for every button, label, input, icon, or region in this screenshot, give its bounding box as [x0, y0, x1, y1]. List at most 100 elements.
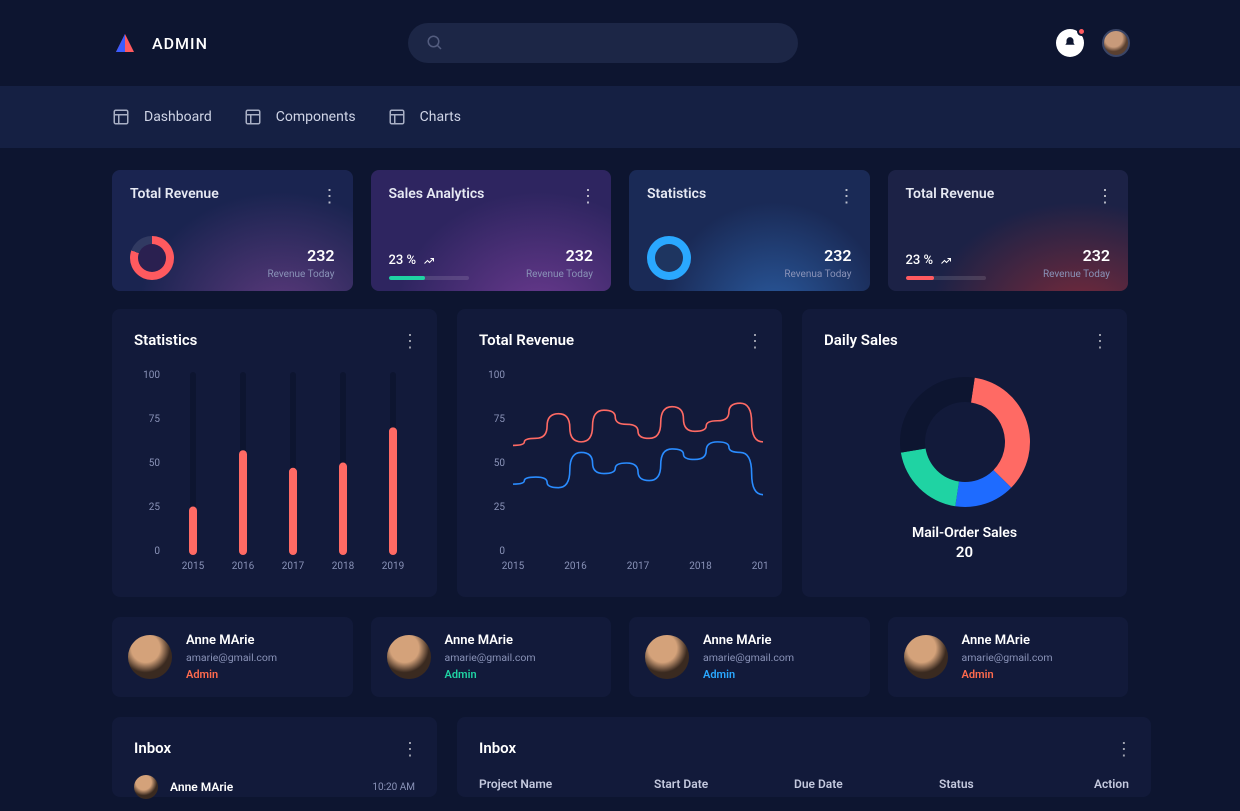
svg-text:75: 75 [149, 414, 161, 425]
user-email: amarie@gmail.com [703, 651, 794, 664]
panel-daily-sales: Daily Sales Mail-Order Sales 20 [802, 309, 1127, 597]
trend-up-icon [422, 255, 436, 267]
nav-components[interactable]: Components [244, 108, 356, 126]
user-email: amarie@gmail.com [962, 651, 1053, 664]
kpi-percent: 23 % [906, 253, 986, 268]
user-card[interactable]: Anne MArie amarie@gmail.com Admin [371, 617, 612, 697]
inbox-item[interactable]: Anne MArie 10:20 AM [134, 775, 415, 799]
user-name: Anne MArie [445, 633, 536, 648]
nav-label: Dashboard [144, 109, 212, 125]
svg-text:2017: 2017 [282, 561, 305, 572]
progress-bar [389, 276, 469, 280]
more-icon[interactable] [838, 186, 856, 207]
panel-inbox: Inbox Anne MArie 10:20 AM [112, 717, 437, 797]
brand[interactable]: ADMIN [112, 30, 208, 56]
inbox-name: Anne MArie [170, 780, 233, 794]
svg-text:2015: 2015 [182, 561, 205, 572]
kpi-percent: 23 % [389, 253, 469, 268]
trend-up-icon [939, 255, 953, 267]
brand-title: ADMIN [152, 34, 208, 53]
user-name: Anne MArie [962, 633, 1053, 648]
kpi-value: 232 [267, 246, 334, 265]
layout-icon [244, 108, 262, 126]
donut-value: 20 [824, 543, 1105, 561]
user-card[interactable]: Anne MArie amarie@gmail.com Admin [629, 617, 870, 697]
kpi-card-statistics: Statistics 232 Revenua Today [629, 170, 870, 291]
panel-title: Daily Sales [824, 331, 1105, 349]
user-email: amarie@gmail.com [186, 651, 277, 664]
more-icon[interactable] [579, 186, 597, 207]
logo-icon [112, 30, 138, 56]
panel-table: Inbox Project Name Start Date Due Date S… [457, 717, 1151, 797]
main-nav: Dashboard Components Charts [0, 86, 1240, 148]
avatar [387, 635, 431, 679]
nav-dashboard[interactable]: Dashboard [112, 108, 212, 126]
more-icon[interactable] [746, 331, 764, 352]
avatar [904, 635, 948, 679]
user-name: Anne MArie [186, 633, 277, 648]
svg-text:75: 75 [494, 414, 506, 425]
nav-charts[interactable]: Charts [388, 108, 461, 126]
more-icon[interactable] [1115, 739, 1133, 760]
more-icon[interactable] [321, 186, 339, 207]
kpi-value: 232 [526, 246, 593, 265]
svg-text:0: 0 [499, 546, 505, 557]
user-card[interactable]: Anne MArie amarie@gmail.com Admin [112, 617, 353, 697]
chart-row: Statistics 02550751002015201620172018201… [112, 309, 1128, 597]
table-header: Project Name Start Date Due Date Status … [479, 777, 1129, 791]
kpi-card-sales-analytics: Sales Analytics 23 % 232 Revenue Today [371, 170, 612, 291]
progress-ring [647, 236, 691, 280]
svg-text:0: 0 [154, 546, 160, 557]
user-role: Admin [703, 668, 794, 681]
layout-icon [388, 108, 406, 126]
search-field[interactable] [454, 36, 780, 51]
kpi-card-total-revenue: Total Revenue 232 Revenue Today [112, 170, 353, 291]
kpi-subtitle: Revenue Today [526, 269, 593, 280]
svg-text:2016: 2016 [564, 561, 587, 572]
notifications-button[interactable] [1056, 29, 1084, 57]
kpi-title: Total Revenue [130, 186, 335, 202]
donut-label: Mail-Order Sales [824, 525, 1105, 541]
th-action: Action [1094, 777, 1129, 791]
panel-title: Total Revenue [479, 331, 760, 349]
svg-text:100: 100 [488, 370, 505, 381]
search-input[interactable] [408, 23, 798, 63]
svg-text:25: 25 [149, 502, 161, 513]
inbox-time: 10:20 AM [372, 782, 415, 793]
panel-total-revenue: Total Revenue 02550751002015201620172018… [457, 309, 782, 597]
user-role: Admin [186, 668, 277, 681]
nav-label: Components [276, 109, 356, 125]
bar-chart: 025507510020152016201720182019 [134, 369, 424, 579]
kpi-value: 232 [1043, 246, 1110, 265]
progress-bar [906, 276, 986, 280]
svg-text:25: 25 [494, 502, 506, 513]
kpi-row: Total Revenue 232 Revenue Today Sales An… [112, 170, 1128, 291]
more-icon[interactable] [401, 739, 419, 760]
user-card[interactable]: Anne MArie amarie@gmail.com Admin [888, 617, 1129, 697]
avatar [134, 775, 158, 799]
more-icon[interactable] [401, 331, 419, 352]
kpi-title: Statistics [647, 186, 852, 202]
user-email: amarie@gmail.com [445, 651, 536, 664]
avatar [128, 635, 172, 679]
more-icon[interactable] [1096, 186, 1114, 207]
kpi-subtitle: Revenue Today [1043, 269, 1110, 280]
more-icon[interactable] [1091, 331, 1109, 352]
th-due: Due Date [794, 777, 939, 791]
line-chart: 025507510020152016201720182019 [479, 369, 769, 579]
svg-text:50: 50 [494, 458, 506, 469]
th-status: Status [939, 777, 1094, 791]
donut-chart [890, 367, 1040, 517]
svg-text:2018: 2018 [689, 561, 712, 572]
kpi-card-total-revenue-2: Total Revenue 23 % 232 Revenue Today [888, 170, 1129, 291]
kpi-title: Sales Analytics [389, 186, 594, 202]
kpi-subtitle: Revenua Today [784, 269, 851, 280]
user-avatar[interactable] [1102, 29, 1130, 57]
user-role: Admin [962, 668, 1053, 681]
kpi-value: 232 [784, 246, 851, 265]
topbar: ADMIN [0, 0, 1240, 86]
bell-icon [1063, 36, 1077, 50]
panel-statistics: Statistics 02550751002015201620172018201… [112, 309, 437, 597]
notification-dot [1077, 27, 1086, 36]
progress-ring [130, 236, 174, 280]
